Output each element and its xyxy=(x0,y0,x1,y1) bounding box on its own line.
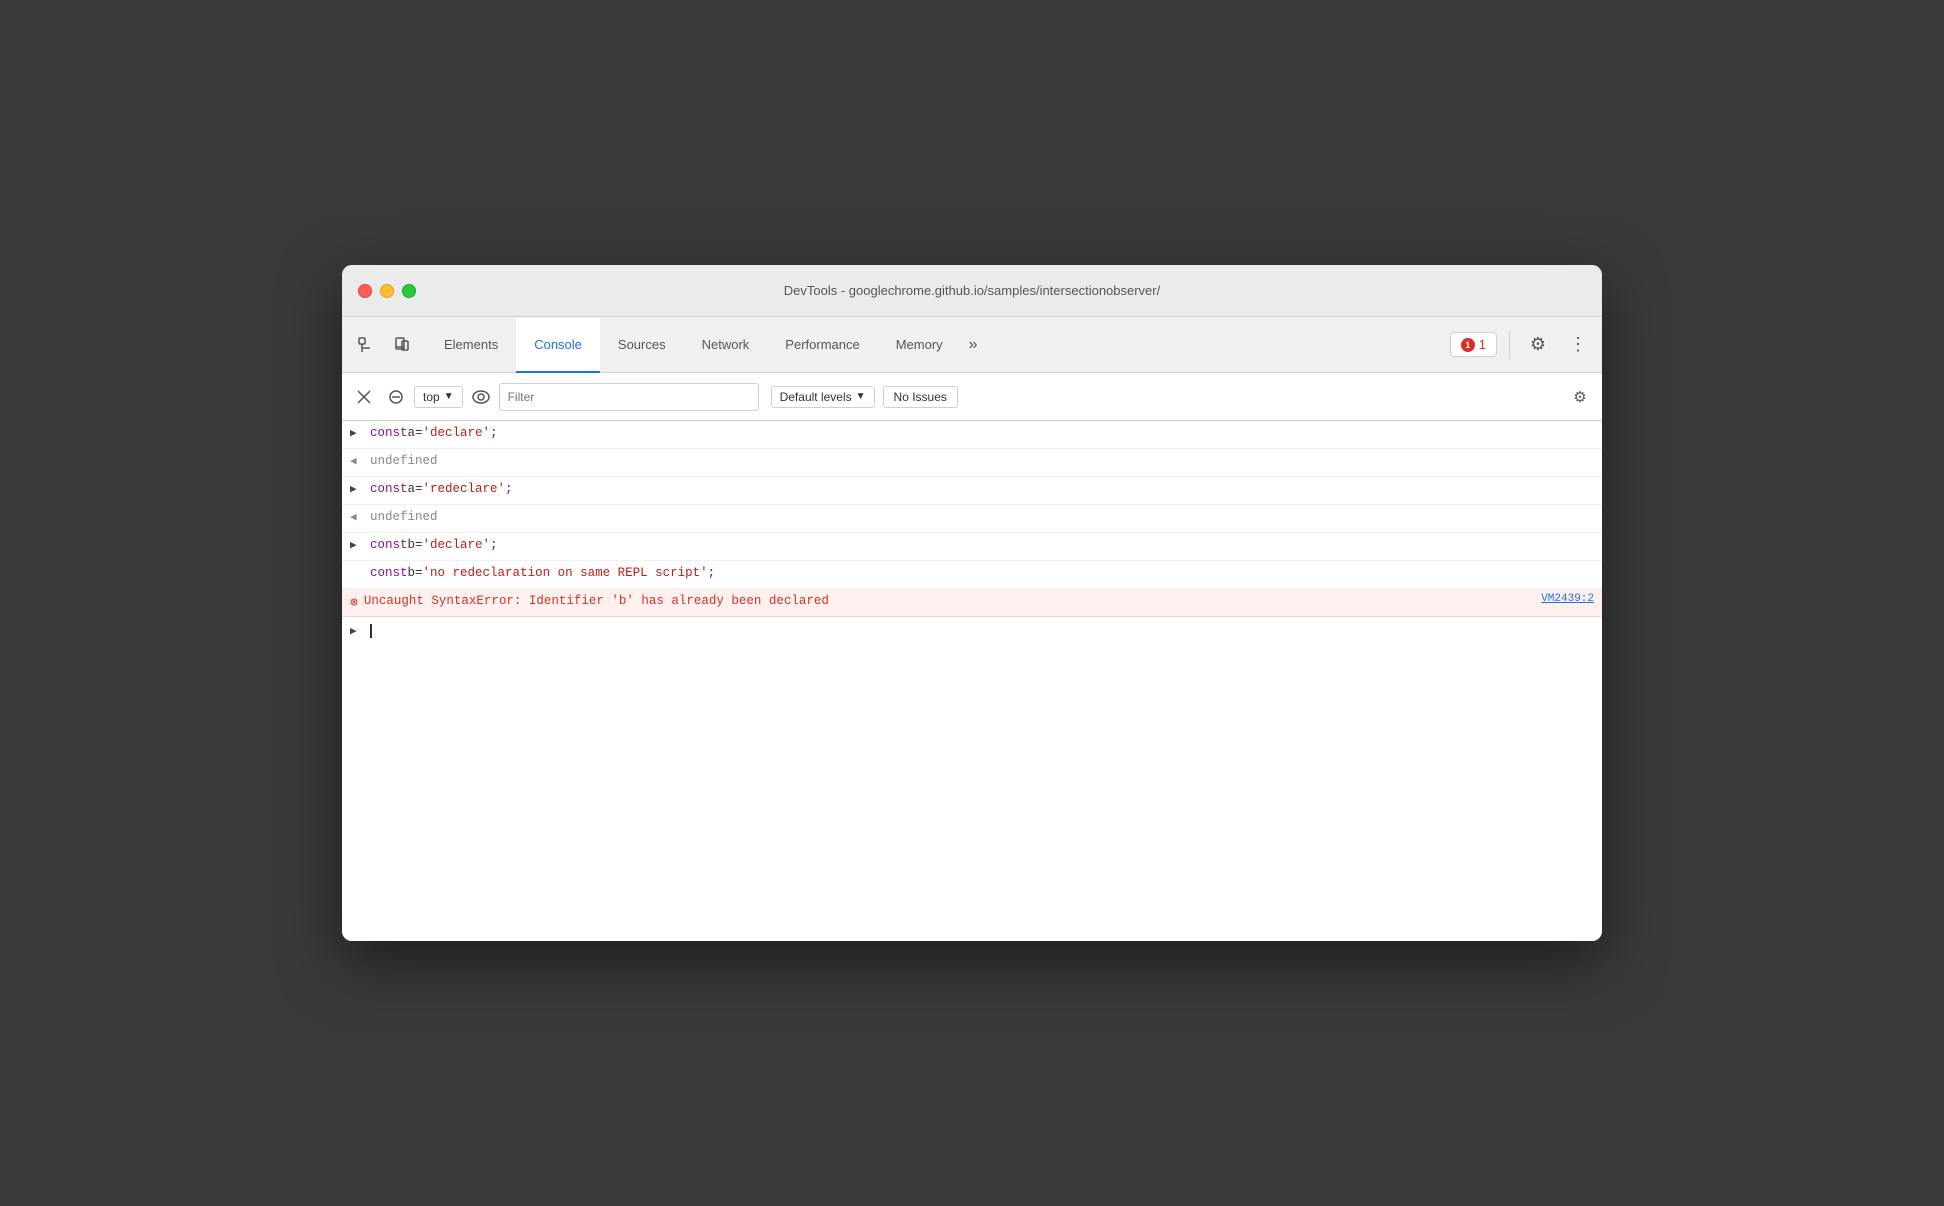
error-count-badge[interactable]: 1 1 xyxy=(1450,332,1497,357)
line-content: const b = 'no redeclaration on same REPL… xyxy=(370,563,1594,583)
title-bar: DevTools - googlechrome.github.io/sample… xyxy=(342,265,1602,317)
devtools-window: DevTools - googlechrome.github.io/sample… xyxy=(342,265,1602,941)
return-arrow: ◀ xyxy=(350,510,362,528)
spacer-arrow: ▶ xyxy=(350,566,362,584)
error-icon: ⊗ xyxy=(350,593,358,614)
traffic-lights xyxy=(358,284,416,298)
devtools-tabs-bar: Elements Console Sources Network Perform… xyxy=(342,317,1602,373)
return-arrow: ◀ xyxy=(350,454,362,472)
tab-icon-group xyxy=(350,329,418,361)
filter-input[interactable] xyxy=(499,383,759,411)
settings-button[interactable]: ⚙ xyxy=(1522,329,1554,361)
tab-sources[interactable]: Sources xyxy=(600,318,684,373)
console-line: ▶ const a = 'declare'; xyxy=(342,421,1602,449)
line-content: const a = 'redeclare'; xyxy=(370,479,1594,499)
tabs-list: Elements Console Sources Network Perform… xyxy=(426,317,986,372)
window-title: DevTools - googlechrome.github.io/sample… xyxy=(784,283,1160,298)
close-button[interactable] xyxy=(358,284,372,298)
more-tabs-button[interactable]: » xyxy=(961,317,986,372)
eye-button[interactable] xyxy=(467,383,495,411)
console-settings-button[interactable]: ⚙ xyxy=(1566,383,1594,411)
log-levels-button[interactable]: Default levels ▼ xyxy=(771,386,875,408)
console-toolbar: top ▼ Default levels ▼ No Issues ⚙ xyxy=(342,373,1602,421)
tab-console[interactable]: Console xyxy=(516,318,600,373)
console-line: ◀ undefined xyxy=(342,505,1602,533)
no-issues-button[interactable]: No Issues xyxy=(883,386,958,408)
console-line: ◀ undefined xyxy=(342,449,1602,477)
error-message: Uncaught SyntaxError: Identifier 'b' has… xyxy=(364,591,829,611)
line-content: const b = 'declare'; xyxy=(370,535,1594,555)
divider xyxy=(1509,331,1510,359)
console-output: ▶ const a = 'declare'; ◀ undefined ▶ con… xyxy=(342,421,1602,941)
tab-memory[interactable]: Memory xyxy=(878,318,961,373)
console-line: ▶ const b = 'declare'; xyxy=(342,533,1602,561)
stop-button[interactable] xyxy=(382,383,410,411)
minimize-button[interactable] xyxy=(380,284,394,298)
expand-arrow[interactable]: ▶ xyxy=(350,426,362,444)
clear-console-button[interactable] xyxy=(350,383,378,411)
inspect-element-button[interactable] xyxy=(350,329,382,361)
expand-arrow[interactable]: ▶ xyxy=(350,538,362,556)
tab-elements[interactable]: Elements xyxy=(426,318,516,373)
device-toggle-button[interactable] xyxy=(386,329,418,361)
console-line: ▶ const b = 'no redeclaration on same RE… xyxy=(342,561,1602,589)
maximize-button[interactable] xyxy=(402,284,416,298)
tab-network[interactable]: Network xyxy=(684,318,768,373)
line-content: const a = 'declare'; xyxy=(370,423,1594,443)
console-line: ▶ const a = 'redeclare'; xyxy=(342,477,1602,505)
context-selector[interactable]: top ▼ xyxy=(414,386,463,408)
error-dot: 1 xyxy=(1461,338,1475,352)
tab-performance[interactable]: Performance xyxy=(767,318,877,373)
tab-right-actions: 1 1 ⚙ ⋮ xyxy=(1450,329,1594,361)
console-input-line: ▶ xyxy=(342,617,1602,646)
console-error-line: ⊗ Uncaught SyntaxError: Identifier 'b' h… xyxy=(342,589,1602,617)
cursor xyxy=(370,624,372,638)
more-options-button[interactable]: ⋮ xyxy=(1562,329,1594,361)
error-source-link[interactable]: VM2439:2 xyxy=(1525,591,1594,609)
input-prompt-arrow: ▶ xyxy=(350,624,362,642)
expand-arrow[interactable]: ▶ xyxy=(350,482,362,500)
